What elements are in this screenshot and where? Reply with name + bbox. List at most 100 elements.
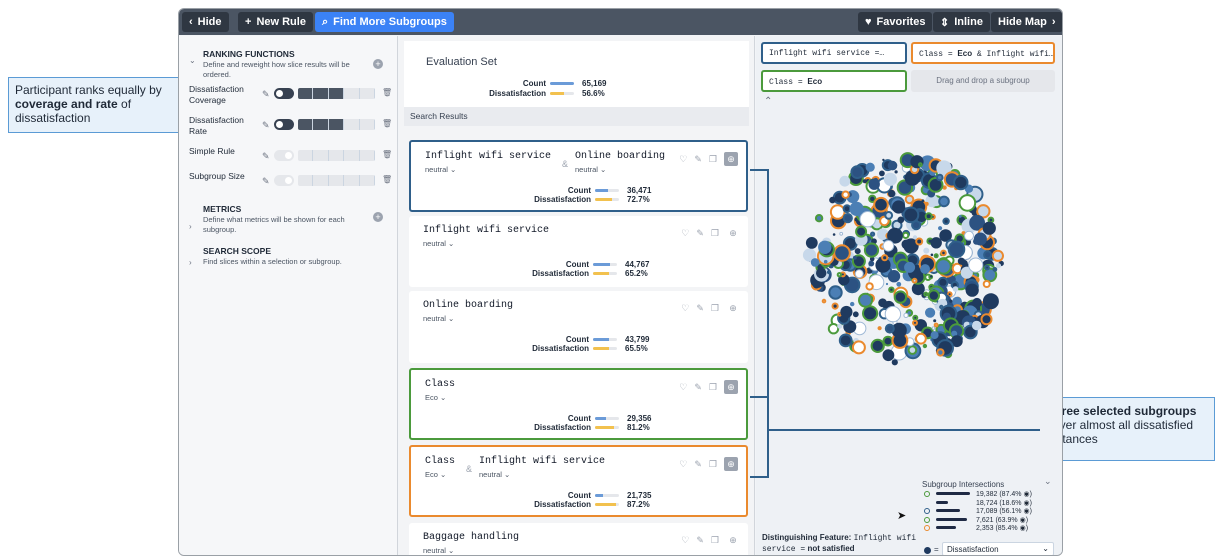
find-more-subgroups-button[interactable]: ⌕ Find More Subgroups (315, 12, 454, 32)
subgroup-circle[interactable] (936, 173, 944, 182)
copy-icon[interactable]: ❐ (709, 459, 717, 470)
subgroup-circle[interactable] (920, 264, 930, 274)
subgroup-circle[interactable] (930, 253, 934, 257)
subgroup-circle[interactable] (884, 323, 895, 334)
subgroup-circle[interactable] (883, 172, 897, 186)
subgroup-circle[interactable] (885, 282, 889, 286)
subgroup-circle[interactable] (969, 322, 973, 326)
subgroup-circle[interactable] (829, 204, 846, 220)
ranking-toggle[interactable] (274, 119, 294, 130)
weight-segment[interactable] (344, 175, 360, 186)
result-card[interactable]: Class Eco ⌄ ♡ ✎ ❐ ⊕ Count 29,356 Dissatisfaction… (409, 368, 748, 440)
subgroup-circle[interactable] (982, 293, 999, 310)
subgroup-circle[interactable] (879, 170, 885, 177)
feature-value-select[interactable]: neutral ⌄ (425, 165, 456, 174)
subgroup-circle[interactable] (817, 284, 821, 288)
subgroup-circle[interactable] (888, 189, 896, 198)
chevron-down-icon[interactable]: ⌄ (189, 56, 196, 65)
subgroup-circle[interactable] (854, 269, 864, 279)
ranking-toggle[interactable] (274, 150, 294, 161)
inline-button[interactable]: ⇕ Inline (933, 12, 990, 32)
pencil-icon[interactable]: ✎ (694, 382, 702, 393)
pencil-icon[interactable]: ✎ (262, 89, 270, 100)
weight-segment[interactable] (344, 119, 360, 130)
subgroup-circle[interactable] (829, 196, 836, 204)
feature-value-select[interactable]: neutral ⌄ (575, 165, 606, 174)
subgroup-circle[interactable] (917, 162, 923, 168)
subgroup-circle[interactable] (863, 242, 880, 258)
subgroup-circle[interactable] (930, 275, 933, 278)
subgroup-circle[interactable] (931, 326, 936, 330)
subgroup-circle[interactable] (903, 312, 909, 318)
subgroup-circle[interactable] (901, 239, 912, 250)
subgroup-circle[interactable] (930, 237, 942, 249)
subgroup-circle[interactable] (924, 212, 933, 221)
result-card[interactable]: Baggage handling neutral ⌄ ♡ ✎ ❐ ⊕ (409, 523, 748, 555)
weight-segment[interactable] (313, 119, 329, 130)
subgroup-circle[interactable] (938, 226, 943, 231)
subgroup-circle[interactable] (894, 170, 898, 174)
subgroup-circle[interactable] (851, 340, 866, 355)
heart-icon[interactable]: ♡ (681, 303, 689, 314)
subgroup-circle[interactable] (911, 277, 918, 284)
chevron-right-icon[interactable]: › (189, 222, 192, 231)
subgroup-chip-wifi-online[interactable]: Inflight wifi service =… (761, 42, 907, 64)
weight-segment[interactable] (298, 88, 314, 99)
subgroup-circle[interactable] (904, 261, 916, 273)
subgroup-circle[interactable] (839, 231, 844, 236)
subgroup-circle[interactable] (925, 307, 936, 318)
subgroup-circle[interactable] (832, 233, 836, 236)
add-ranking-button[interactable]: + (373, 59, 383, 69)
feature-value-select[interactable]: Eco ⌄ (425, 470, 446, 479)
weight-segment[interactable] (329, 175, 345, 186)
chevron-up-icon[interactable]: ⌃ (764, 96, 772, 107)
subgroup-circle[interactable] (881, 254, 889, 262)
subgroup-circle[interactable] (858, 292, 873, 308)
subgroup-circle[interactable] (907, 345, 918, 355)
globe-icon[interactable]: ⊕ (724, 380, 738, 394)
subgroup-circle[interactable] (852, 311, 859, 318)
subgroup-circle[interactable] (827, 323, 840, 335)
pencil-icon[interactable]: ✎ (696, 228, 704, 239)
feature-value-select[interactable]: neutral ⌄ (479, 470, 510, 479)
subgroup-circle[interactable] (902, 231, 910, 240)
subgroup-circle[interactable] (814, 214, 824, 223)
subgroup-circle[interactable] (912, 235, 918, 240)
subgroup-circle[interactable] (839, 251, 843, 255)
subgroup-circle[interactable] (922, 343, 928, 349)
chevron-right-icon[interactable]: › (189, 258, 192, 267)
subgroup-circle[interactable] (921, 199, 925, 203)
subgroup-circle[interactable] (887, 270, 901, 283)
intersection-row[interactable]: 18,724 (18.6% ◉) (924, 499, 1054, 507)
heart-icon[interactable]: ♡ (679, 154, 687, 165)
subgroup-circle[interactable] (821, 298, 827, 304)
subgroup-circle[interactable] (912, 314, 919, 321)
feature-value-select[interactable]: Eco ⌄ (425, 393, 446, 402)
ranking-toggle[interactable] (274, 88, 294, 99)
subgroup-circle[interactable] (947, 240, 966, 259)
subgroup-circle[interactable] (877, 326, 882, 331)
weight-segment[interactable] (360, 88, 375, 99)
weight-segment[interactable] (298, 150, 314, 161)
weight-slider[interactable] (298, 88, 375, 99)
weight-segment[interactable] (328, 88, 345, 99)
copy-icon[interactable]: ❐ (711, 228, 719, 239)
subgroup-circle[interactable] (882, 349, 895, 362)
copy-icon[interactable]: ❐ (711, 535, 719, 546)
intersection-row[interactable]: 2,353 (85.4% ◉) (924, 524, 1054, 532)
weight-segment[interactable] (313, 150, 329, 161)
feature-value-select[interactable]: neutral ⌄ (423, 239, 454, 248)
heart-icon[interactable]: ♡ (679, 459, 687, 470)
subgroup-circle[interactable] (995, 263, 1002, 269)
weight-segment[interactable] (298, 175, 314, 186)
copy-icon[interactable]: ❐ (711, 303, 719, 314)
subgroup-circle[interactable] (927, 289, 941, 302)
subgroup-circle[interactable] (938, 195, 950, 208)
subgroup-circle[interactable] (884, 211, 894, 220)
feature-value-select[interactable]: neutral ⌄ (423, 546, 454, 555)
subgroup-circle[interactable] (958, 214, 962, 218)
subgroup-circle[interactable] (862, 305, 879, 322)
weight-segment[interactable] (344, 88, 360, 99)
subgroup-circle[interactable] (862, 179, 867, 184)
subgroup-circle[interactable] (873, 196, 889, 213)
